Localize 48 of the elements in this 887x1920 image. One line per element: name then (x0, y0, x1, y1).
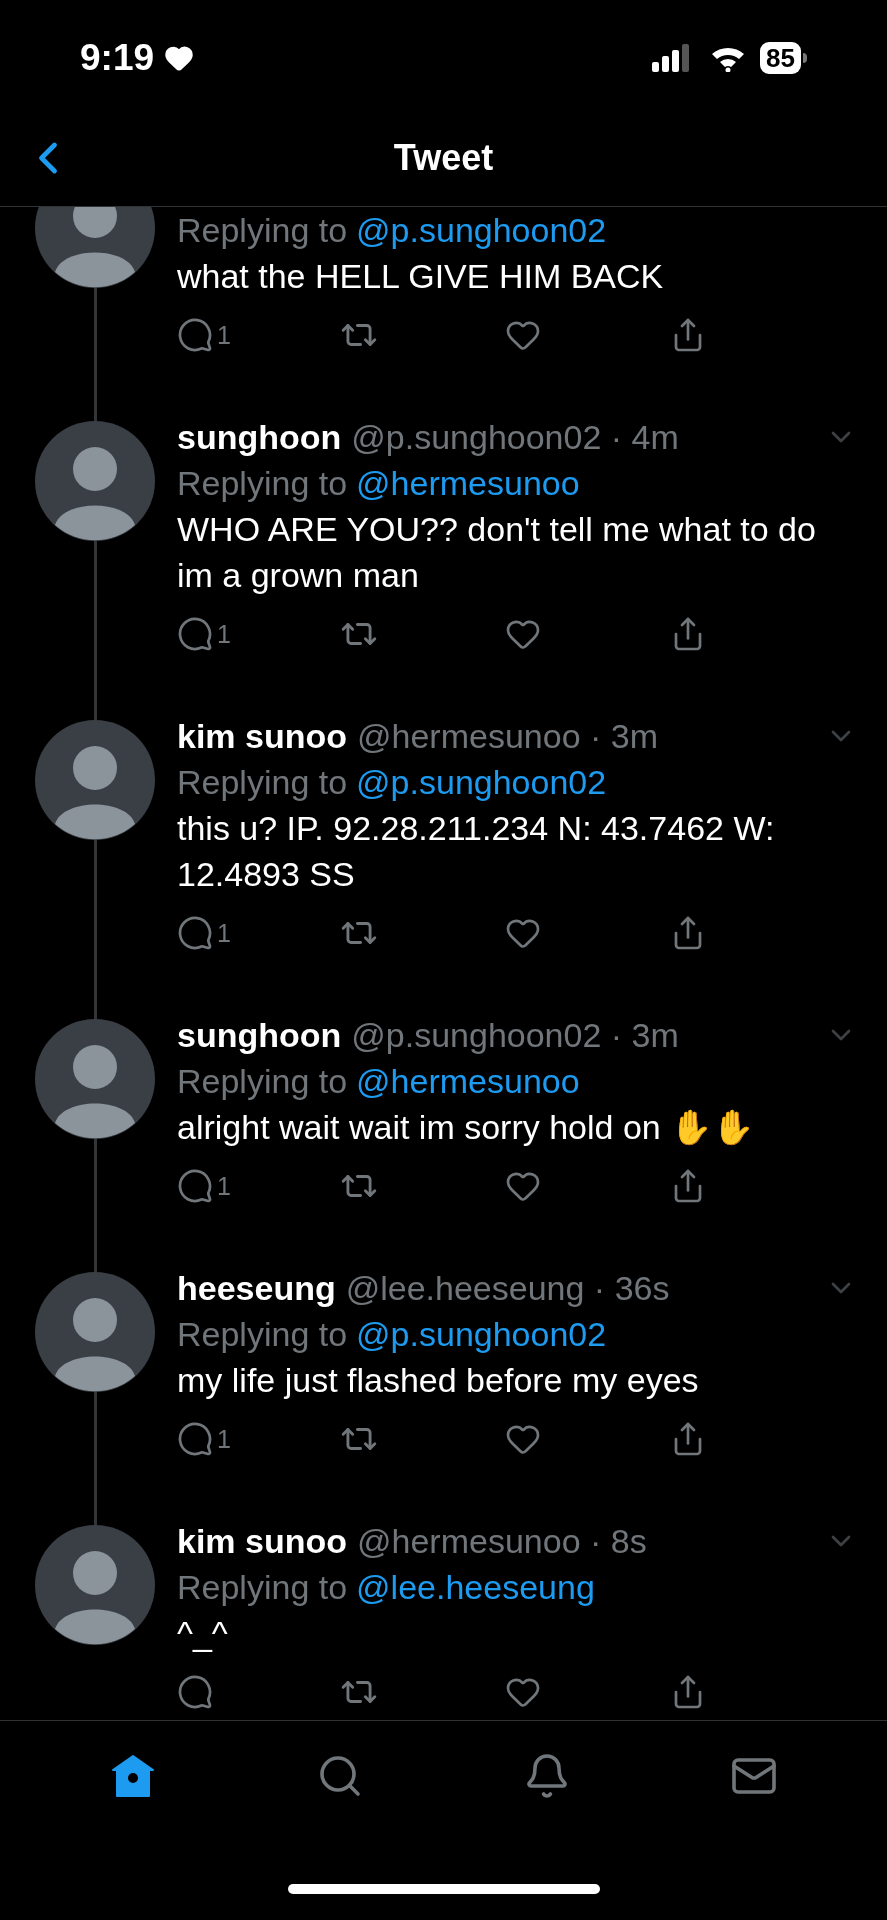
tweet-text: WHO ARE YOU?? don't tell me what to do im a grown man (177, 509, 817, 596)
replying-label: Replying to (177, 1567, 348, 1608)
reply-icon[interactable] (177, 616, 213, 652)
mention-link[interactable]: @hermesunoo (356, 460, 580, 506)
author-name[interactable]: heeseung (177, 1265, 336, 1311)
avatar[interactable] (35, 720, 155, 840)
avatar[interactable] (35, 1525, 155, 1645)
author-name[interactable]: sunghoon (177, 414, 342, 460)
author-name[interactable]: sunghoon (177, 1012, 342, 1058)
reply-icon[interactable] (177, 1421, 213, 1457)
reply-icon[interactable] (177, 915, 213, 951)
reply-icon[interactable] (177, 317, 213, 353)
reply-count: 1 (217, 320, 231, 351)
reply-count: 1 (217, 1424, 231, 1455)
mention-link[interactable]: @p.sunghoon02 (356, 207, 607, 253)
mention-link[interactable]: @p.sunghoon02 (356, 1311, 607, 1357)
author-handle: @p.sunghoon02 · 3m (351, 1015, 679, 1056)
page-title: Tweet (393, 136, 494, 180)
reply-count: 1 (217, 1171, 231, 1202)
author-name[interactable]: kim sunoo (177, 713, 348, 759)
tweet-text: my life just flashed before my eyes (177, 1360, 700, 1401)
author-handle: @lee.heeseung · 36s (345, 1268, 670, 1309)
tweet-text: what the HELL GIVE HIM BACK (177, 256, 665, 297)
avatar[interactable] (35, 421, 155, 541)
author-handle: @p.sunghoon02 · 4m (351, 417, 679, 458)
author-handle: @hermesunoo · 3m (357, 716, 658, 757)
mention-link[interactable]: @hermesunoo (356, 1058, 580, 1104)
tweet-text: ^_^ (177, 1613, 229, 1654)
replying-label: Replying to (177, 463, 348, 504)
author-name[interactable]: kim sunoo (177, 1518, 348, 1564)
mention-link[interactable]: @p.sunghoon02 (356, 759, 607, 805)
tweet-text: this u? IP. 92.28.211.234 N: 43.7462 W: 12.4893 SS (177, 808, 776, 895)
battery-level: 85 (760, 42, 801, 74)
avatar[interactable] (35, 1272, 155, 1392)
author-handle: @hermesunoo · 8s (357, 1521, 647, 1562)
reply-count: 1 (217, 918, 231, 949)
mention-link[interactable]: @lee.heeseung (356, 1564, 595, 1610)
reply-icon[interactable] (177, 1168, 213, 1204)
replying-label: Replying to (177, 1061, 348, 1102)
replying-label: Replying to (177, 210, 348, 251)
signal-icon (652, 44, 691, 72)
replying-label: Replying to (177, 762, 348, 803)
replying-label: Replying to (177, 1314, 348, 1355)
status-time: 9:19 (80, 36, 155, 81)
tweet-text: alright wait wait im sorry hold on ✋✋ (177, 1107, 756, 1148)
reply-icon[interactable] (177, 1674, 213, 1710)
reply-count: 1 (217, 619, 231, 650)
avatar[interactable] (35, 1019, 155, 1139)
